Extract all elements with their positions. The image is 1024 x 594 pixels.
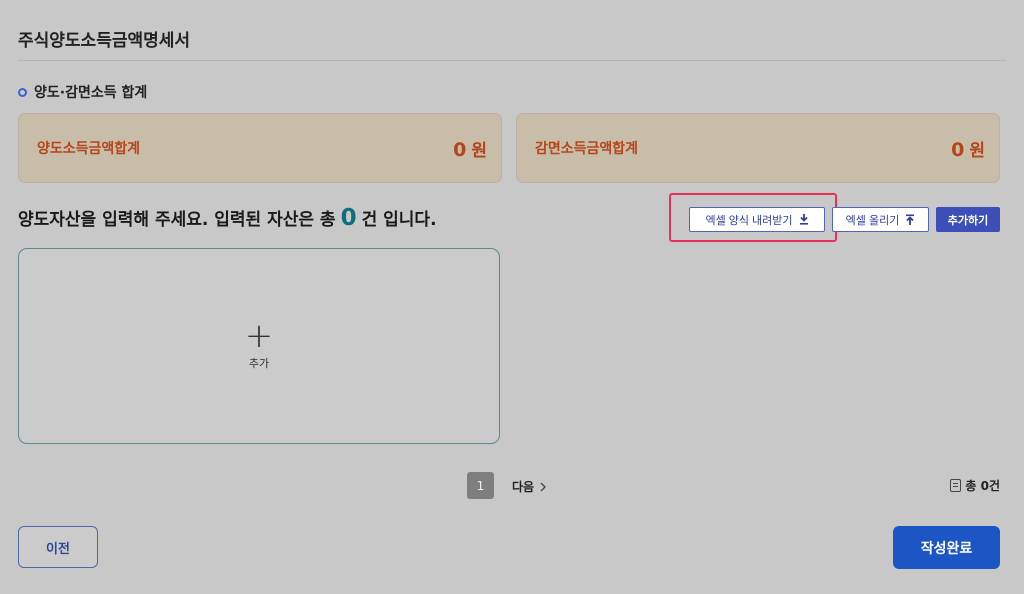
upload-icon xyxy=(906,214,915,225)
transfer-income-total-card: 양도소득금액합계 0 원 xyxy=(18,113,502,183)
previous-button[interactable]: 이전 xyxy=(18,526,98,568)
document-icon xyxy=(950,479,962,492)
transfer-income-total-label: 양도소득금액합계 xyxy=(37,141,141,157)
asset-count: 0 xyxy=(340,205,357,231)
total-count-label: 총 0건 xyxy=(965,479,1000,493)
add-asset-card[interactable]: + 추가 xyxy=(18,248,500,444)
chevron-right-icon xyxy=(540,482,547,491)
add-asset-card-label: 추가 xyxy=(248,357,270,370)
plus-icon: + xyxy=(244,316,274,356)
excel-template-download-label: 엑셀 양식 내려받기 xyxy=(705,214,793,227)
asset-prompt: 양도자산을 입력해 주세요. 입력된 자산은 총 0 건 입니다. xyxy=(18,205,437,231)
pager-next-label: 다음 xyxy=(512,480,535,494)
asset-prompt-suffix: 건 입니다. xyxy=(361,210,437,230)
page-title: 주식양도소득금액명세서 xyxy=(18,31,191,51)
add-asset-button[interactable]: 추가하기 xyxy=(936,207,1000,232)
asset-prompt-text: 양도자산을 입력해 주세요. 입력된 자산은 총 xyxy=(18,210,336,230)
exempt-income-total-amount: 0 xyxy=(951,138,965,161)
pager-next-button[interactable]: 다음 xyxy=(512,478,547,495)
excel-upload-button[interactable]: 엑셀 올리기 xyxy=(832,207,929,232)
excel-template-download-button[interactable]: 엑셀 양식 내려받기 xyxy=(689,207,825,232)
exempt-income-total-unit: 원 xyxy=(969,140,985,161)
complete-button[interactable]: 작성완료 xyxy=(893,526,1000,569)
transfer-income-total-unit: 원 xyxy=(471,140,487,161)
bullet-ring-icon xyxy=(18,87,27,97)
exempt-income-total-value: 0 원 xyxy=(951,136,985,161)
title-divider xyxy=(18,60,1006,61)
summary-section-label: 양도·감면소득 합계 xyxy=(34,85,148,101)
exempt-income-total-label: 감면소득금액합계 xyxy=(535,141,639,157)
pager-current-page[interactable]: 1 xyxy=(467,472,494,499)
transfer-income-total-value: 0 원 xyxy=(453,136,487,161)
summary-section-title: 양도·감면소득 합계 xyxy=(18,82,147,102)
download-icon xyxy=(799,214,808,225)
transfer-income-total-amount: 0 xyxy=(453,138,467,161)
excel-upload-label: 엑셀 올리기 xyxy=(845,214,900,227)
total-count: 총 0건 xyxy=(950,477,1000,494)
exempt-income-total-card: 감면소득금액합계 0 원 xyxy=(516,113,1000,183)
